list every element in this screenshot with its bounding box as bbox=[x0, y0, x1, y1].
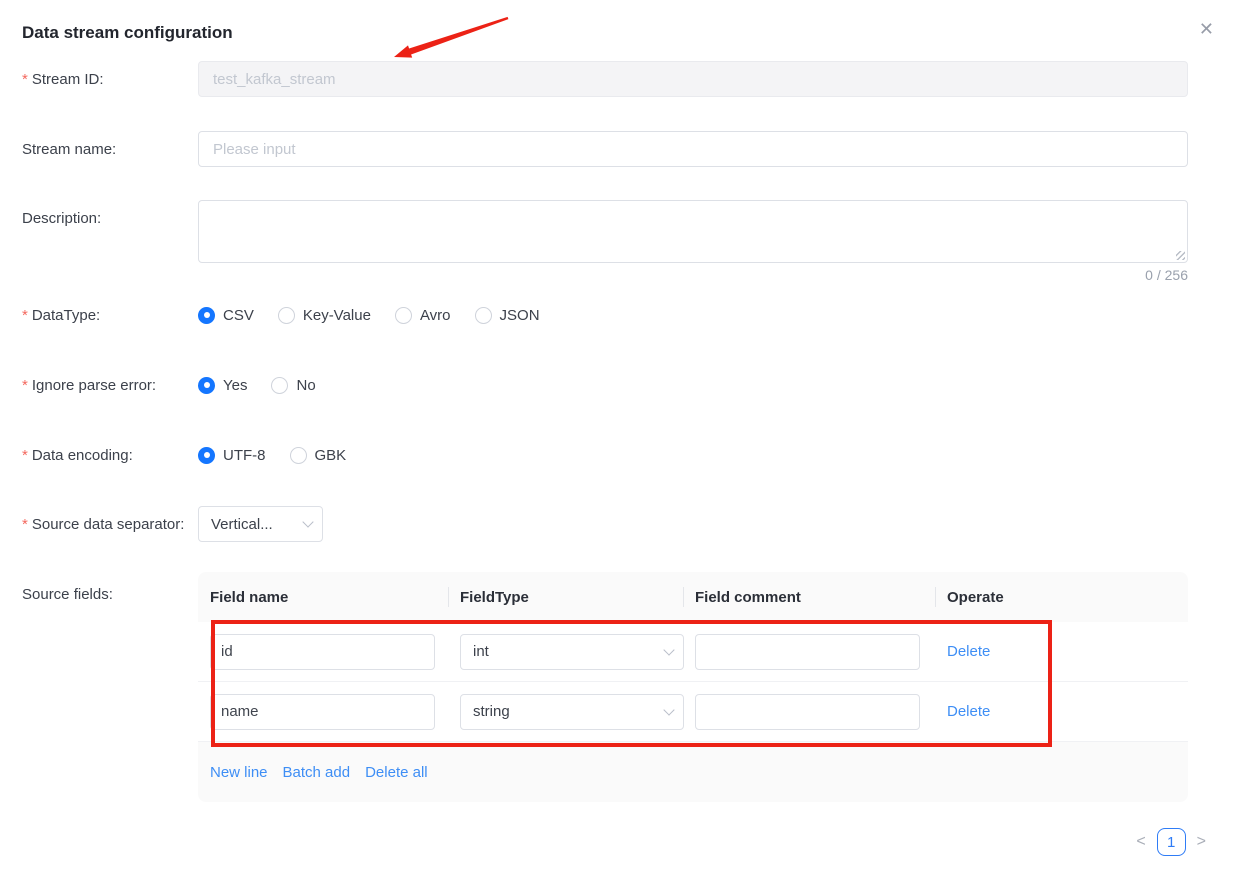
field-name-input[interactable] bbox=[210, 634, 435, 670]
annotation-arrow bbox=[384, 8, 518, 66]
ignore-parse-error-label: *Ignore parse error: bbox=[0, 377, 198, 394]
pagination: < 1 > bbox=[1136, 828, 1206, 856]
required-asterisk: * bbox=[22, 447, 28, 464]
required-asterisk: * bbox=[22, 377, 28, 394]
source-fields-row: Source fields: Field name FieldType Fiel… bbox=[0, 572, 1237, 802]
char-counter: 0 / 256 bbox=[198, 267, 1188, 284]
required-asterisk: * bbox=[22, 516, 28, 533]
stream-name-row: Stream name: bbox=[0, 131, 1237, 167]
column-header-field-comment: Field comment bbox=[683, 589, 935, 606]
field-comment-input[interactable] bbox=[695, 694, 920, 730]
table-row: int Delete bbox=[198, 622, 1188, 682]
field-name-input[interactable] bbox=[210, 694, 435, 730]
radio-checked-icon bbox=[198, 307, 215, 324]
delete-row-link[interactable]: Delete bbox=[947, 643, 990, 660]
radio-option-no[interactable]: No bbox=[271, 377, 315, 394]
radio-option-yes[interactable]: Yes bbox=[198, 377, 247, 394]
close-icon[interactable]: ✕ bbox=[1199, 20, 1214, 38]
source-data-separator-label: *Source data separator: bbox=[0, 516, 198, 533]
column-header-field-type: FieldType bbox=[448, 589, 683, 606]
ignore-parse-error-row: *Ignore parse error: Yes No bbox=[0, 374, 1237, 396]
table-footer-actions: New line Batch add Delete all bbox=[198, 742, 1188, 802]
data-encoding-label: *Data encoding: bbox=[0, 447, 198, 464]
table-header: Field name FieldType Field comment Opera… bbox=[198, 572, 1188, 622]
radio-checked-icon bbox=[198, 377, 215, 394]
ignore-parse-error-radio-group: Yes No bbox=[198, 374, 1188, 396]
radio-unchecked-icon bbox=[395, 307, 412, 324]
required-asterisk: * bbox=[22, 307, 28, 324]
required-asterisk: * bbox=[22, 71, 28, 88]
separator-select[interactable]: Vertical... bbox=[198, 506, 323, 542]
delete-all-link[interactable]: Delete all bbox=[365, 764, 428, 781]
page-title: Data stream configuration bbox=[22, 23, 233, 43]
radio-unchecked-icon bbox=[271, 377, 288, 394]
datatype-label: *DataType: bbox=[0, 307, 198, 324]
page-number-button[interactable]: 1 bbox=[1157, 828, 1186, 856]
stream-name-label: Stream name: bbox=[0, 141, 198, 158]
stream-name-input[interactable] bbox=[198, 131, 1188, 167]
description-row: Description: 0 / 256 bbox=[0, 200, 1237, 284]
new-line-link[interactable]: New line bbox=[210, 764, 268, 781]
column-header-field-name: Field name bbox=[198, 589, 448, 606]
datatype-radio-group: CSV Key-Value Avro JSON bbox=[198, 304, 1188, 326]
separator-select-value: Vertical... bbox=[211, 516, 273, 533]
data-encoding-radio-group: UTF-8 GBK bbox=[198, 444, 1188, 466]
stream-id-row: *Stream ID: bbox=[0, 61, 1237, 97]
datatype-row: *DataType: CSV Key-Value Avro JSON bbox=[0, 304, 1237, 326]
radio-option-csv[interactable]: CSV bbox=[198, 307, 254, 324]
radio-unchecked-icon bbox=[290, 447, 307, 464]
previous-page-icon[interactable]: < bbox=[1136, 834, 1145, 850]
stream-id-label: *Stream ID: bbox=[0, 71, 198, 88]
stream-id-input bbox=[198, 61, 1188, 97]
radio-unchecked-icon bbox=[278, 307, 295, 324]
batch-add-link[interactable]: Batch add bbox=[283, 764, 351, 781]
chevron-down-icon bbox=[663, 704, 674, 715]
radio-unchecked-icon bbox=[475, 307, 492, 324]
field-comment-input[interactable] bbox=[695, 634, 920, 670]
field-type-select[interactable]: string bbox=[460, 694, 684, 730]
radio-option-key-value[interactable]: Key-Value bbox=[278, 307, 371, 324]
source-data-separator-row: *Source data separator: Vertical... bbox=[0, 506, 1237, 542]
radio-option-json[interactable]: JSON bbox=[475, 307, 540, 324]
table-row: string Delete bbox=[198, 682, 1188, 742]
chevron-down-icon bbox=[302, 516, 313, 527]
column-header-operate: Operate bbox=[935, 589, 1188, 606]
field-type-select-value: string bbox=[473, 703, 510, 720]
data-stream-form: *Stream ID: Stream name: Description: 0 … bbox=[0, 61, 1237, 802]
source-fields-label: Source fields: bbox=[0, 572, 198, 603]
radio-option-gbk[interactable]: GBK bbox=[290, 447, 347, 464]
data-encoding-row: *Data encoding: UTF-8 GBK bbox=[0, 444, 1237, 466]
chevron-down-icon bbox=[663, 644, 674, 655]
field-type-select-value: int bbox=[473, 643, 489, 660]
delete-row-link[interactable]: Delete bbox=[947, 703, 990, 720]
source-fields-table: Field name FieldType Field comment Opera… bbox=[198, 572, 1188, 802]
description-label: Description: bbox=[0, 200, 198, 227]
radio-option-utf8[interactable]: UTF-8 bbox=[198, 447, 266, 464]
next-page-icon[interactable]: > bbox=[1197, 834, 1206, 850]
description-textarea[interactable] bbox=[198, 200, 1188, 263]
radio-option-avro[interactable]: Avro bbox=[395, 307, 451, 324]
field-type-select[interactable]: int bbox=[460, 634, 684, 670]
radio-checked-icon bbox=[198, 447, 215, 464]
